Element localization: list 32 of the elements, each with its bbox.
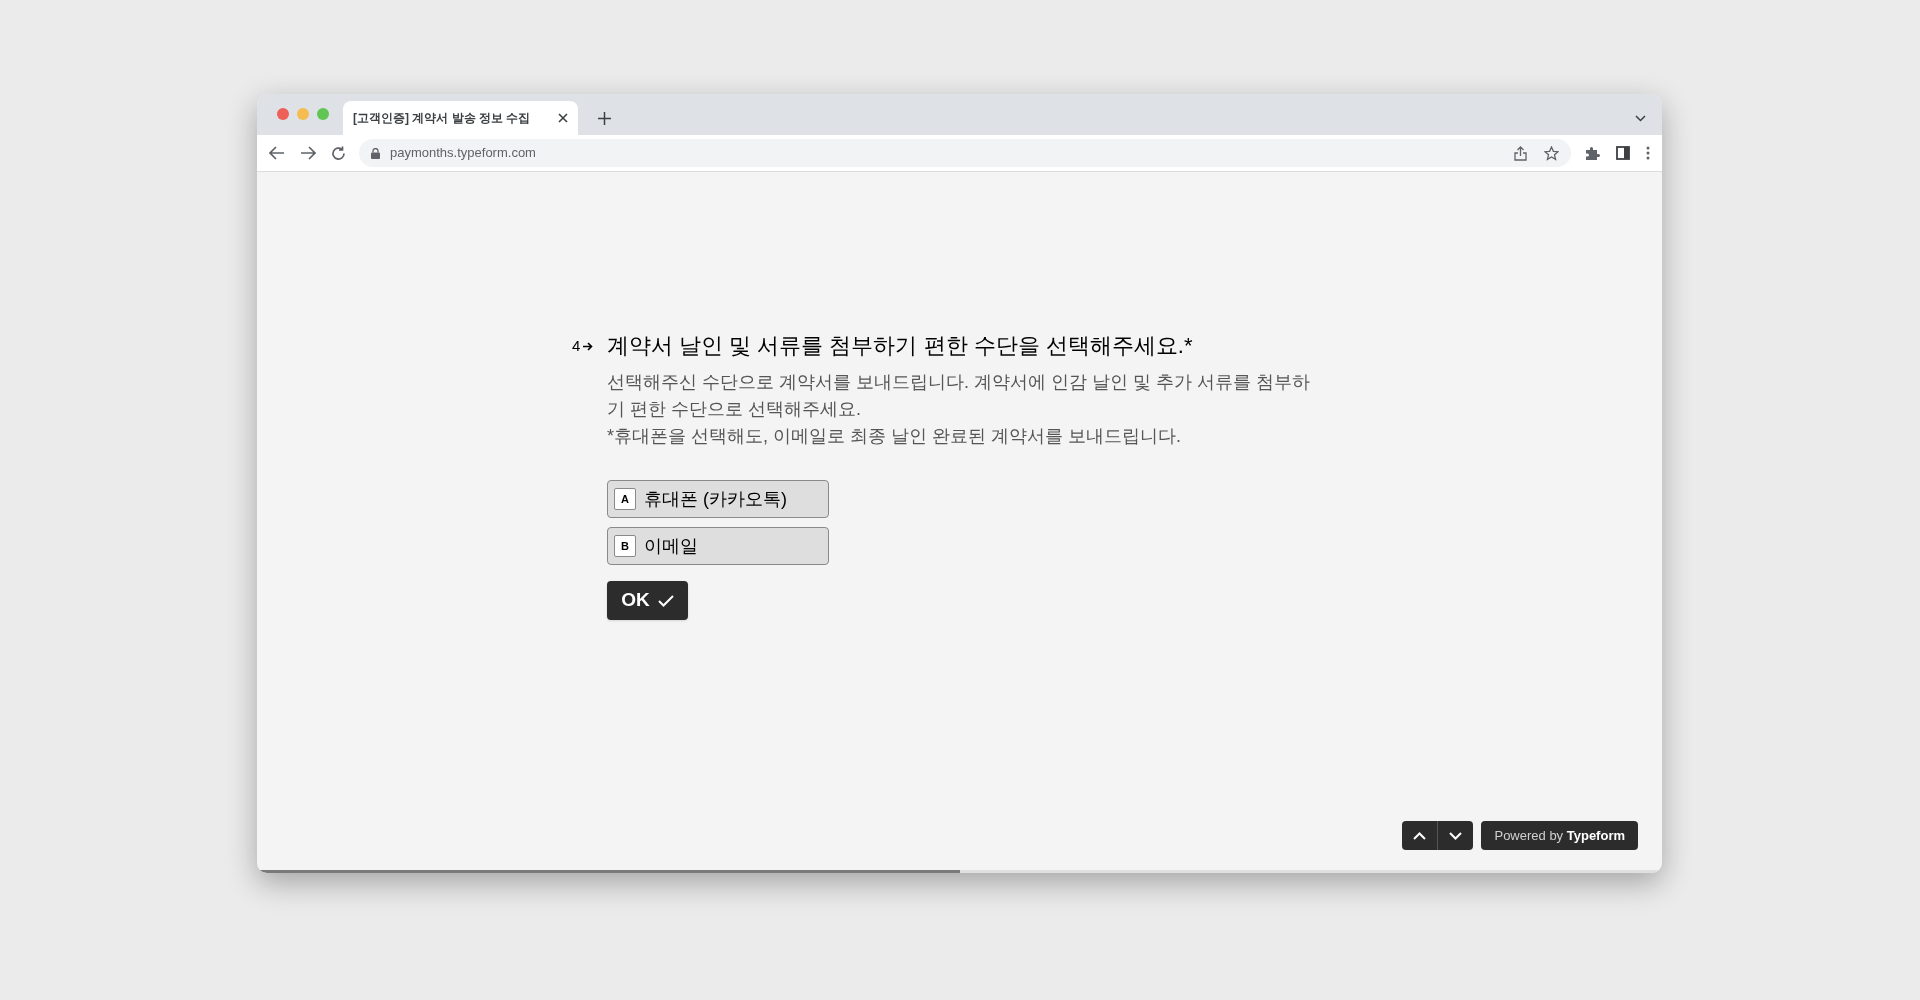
reload-icon[interactable]	[331, 145, 346, 161]
new-tab-icon[interactable]	[598, 112, 611, 125]
forward-icon[interactable]	[300, 146, 316, 160]
chevron-down-icon[interactable]	[1635, 115, 1646, 122]
lock-icon	[371, 147, 380, 159]
arrow-right-icon	[583, 341, 594, 351]
chevron-up-icon	[1413, 831, 1427, 840]
browser-tab[interactable]: [고객인증] 계약서 발송 정보 수집	[343, 101, 578, 135]
side-panel-icon[interactable]	[1616, 146, 1630, 160]
close-icon[interactable]	[558, 113, 568, 123]
check-icon	[657, 594, 674, 607]
share-icon[interactable]	[1514, 145, 1527, 161]
chevron-down-icon	[1449, 831, 1463, 840]
choice-label: 휴대폰 (카카오톡)	[644, 487, 787, 511]
question-number: 4	[572, 335, 581, 356]
question-description: *휴대폰을 선택해도, 이메일로 최종 날인 완료된 계약서를 보내드립니다.	[607, 425, 1182, 448]
choice-key: B	[614, 535, 636, 557]
choice-label: 이메일	[644, 534, 698, 558]
choice-key: A	[614, 488, 636, 510]
ok-button[interactable]: OK	[607, 581, 688, 620]
tab-title: [고객인증] 계약서 발송 정보 수집	[353, 110, 531, 127]
url-text: paymonths.typeform.com	[390, 144, 536, 163]
puzzle-icon[interactable]	[1585, 145, 1600, 161]
more-icon[interactable]	[1646, 146, 1650, 160]
choice-option[interactable]: B 이메일	[607, 527, 829, 565]
powered-by-link[interactable]: Powered by Typeform	[1481, 821, 1638, 850]
star-icon[interactable]	[1544, 145, 1559, 161]
back-icon[interactable]	[269, 146, 285, 160]
question-title: 계약서 날인 및 서류를 첨부하기 편한 수단을 선택해주세요.*	[607, 332, 1194, 360]
address-bar[interactable]: paymonths.typeform.com	[359, 139, 1571, 167]
question-description: 선택해주신 수단으로 계약서를 보내드립니다. 계약서에 인감 날인 및 추가 서류를 첨부하기 편한 수단으로 선택해주세요.	[607, 371, 1311, 421]
choice-option[interactable]: A 휴대폰 (카카오톡)	[607, 480, 829, 518]
